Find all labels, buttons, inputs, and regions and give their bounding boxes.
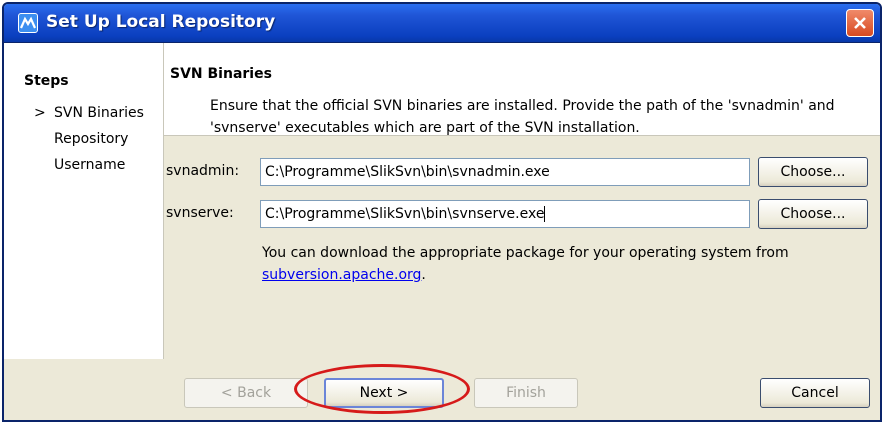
back-button[interactable]: < Back — [184, 378, 308, 408]
svnadmin-label: svnadmin: — [166, 163, 240, 179]
svnadmin-path-input[interactable]: C:\Programme\SlikSvn\bin\svnadmin.exe — [260, 158, 750, 186]
svnserve-path-value: C:\Programme\SlikSvn\bin\svnserve.exe — [265, 206, 545, 222]
netbeans-icon — [18, 13, 38, 33]
next-button[interactable]: Next > — [324, 378, 444, 408]
download-hint: You can download the appropriate package… — [262, 242, 862, 286]
svnserve-choose-button[interactable]: Choose... — [758, 199, 868, 229]
finish-button[interactable]: Finish — [474, 378, 578, 408]
download-hint-period: . — [421, 267, 426, 283]
text-cursor — [544, 206, 546, 222]
svnadmin-choose-button[interactable]: Choose... — [758, 157, 868, 187]
step-repository: Repository — [54, 131, 129, 147]
steps-panel: Steps > SVN Binaries Repository Username — [4, 43, 164, 359]
step-svn-binaries: SVN Binaries — [54, 105, 144, 121]
current-step-marker: > — [34, 105, 46, 121]
svnadmin-path-value: C:\Programme\SlikSvn\bin\svnadmin.exe — [265, 164, 550, 180]
svnserve-path-input[interactable]: C:\Programme\SlikSvn\bin\svnserve.exe — [260, 200, 750, 228]
cancel-button[interactable]: Cancel — [760, 378, 870, 408]
subversion-link[interactable]: subversion.apache.org — [262, 267, 421, 283]
download-hint-text: You can download the appropriate package… — [262, 245, 789, 261]
section-title: SVN Binaries — [170, 66, 272, 82]
close-icon[interactable] — [846, 9, 874, 37]
section-description: Ensure that the official SVN binaries ar… — [210, 98, 835, 136]
steps-heading: Steps — [24, 73, 69, 89]
svnserve-label: svnserve: — [166, 205, 234, 221]
window-title: Set Up Local Repository — [46, 12, 276, 32]
setup-repository-dialog: Set Up Local Repository Steps > SVN Bina… — [2, 2, 882, 422]
title-bar[interactable]: Set Up Local Repository — [4, 4, 880, 43]
section-header: SVN Binaries Ensure that the official SV… — [164, 43, 880, 136]
step-username: Username — [54, 157, 126, 173]
